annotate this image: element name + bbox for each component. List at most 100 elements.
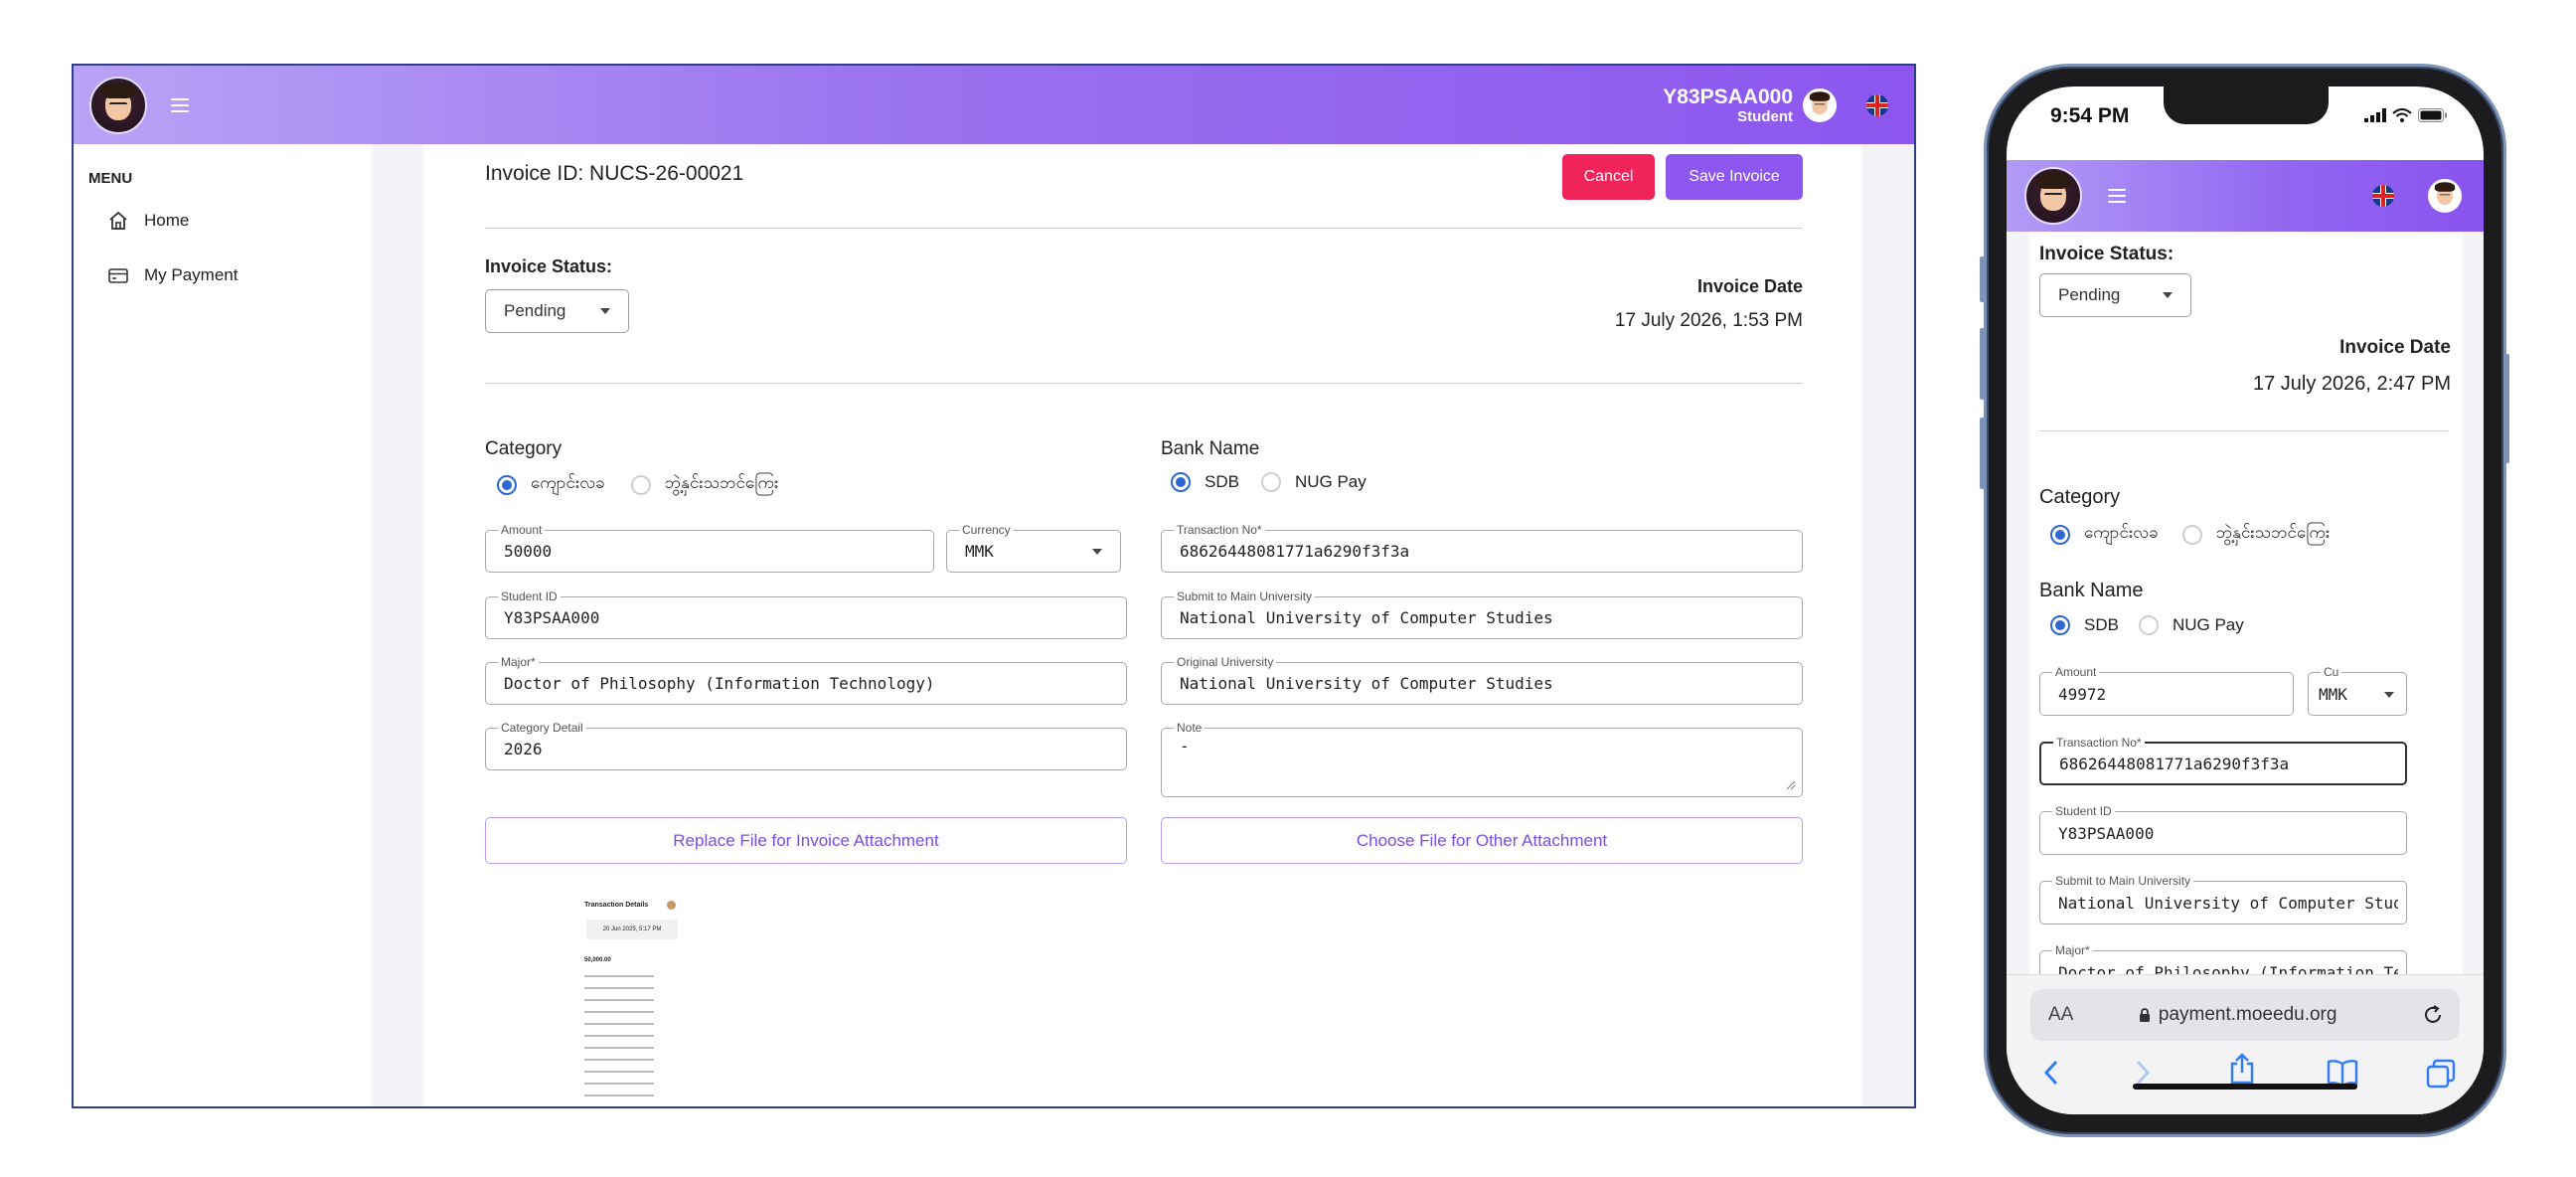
user-avatar[interactable] [1803,87,1837,122]
status-icons [2364,108,2448,122]
note-textarea[interactable]: Note - [1161,721,1803,797]
share-icon[interactable] [2229,1053,2255,1085]
resize-handle-icon[interactable] [1786,780,1796,790]
save-invoice-button[interactable]: Save Invoice [1666,154,1803,200]
amount-field[interactable]: Amount 49972 [2039,665,2294,716]
field-value: MMK [2319,684,2347,704]
category-option-label: ကျောင်းလခ [2084,523,2159,542]
invoice-status-select[interactable]: Pending [485,289,629,333]
invoice-date-value: 17 July 2026, 1:53 PM [1614,310,1803,331]
chevron-down-icon [2384,692,2394,698]
cancel-button[interactable]: Cancel [1562,154,1655,200]
tabs-icon[interactable] [2426,1059,2456,1089]
phone-notch [2164,86,2329,124]
category-radio-tuition[interactable] [2050,524,2070,545]
menu-toggle-icon[interactable] [171,97,189,112]
major-field[interactable]: Major* Doctor of Philosophy (Information … [2039,943,2407,975]
receipt-lines [584,975,654,1104]
text-size-button[interactable]: AA [2048,1004,2073,1026]
invoice-status-select[interactable]: Pending [2039,273,2191,317]
category-radio-tuition[interactable] [497,474,517,495]
replace-invoice-attachment-button[interactable]: Replace File for Invoice Attachment [485,817,1127,864]
menu-title: MENU [88,170,133,187]
uk-flag-icon[interactable] [1866,93,1888,116]
field-value: 68626448081771a6290f3f3a [1180,542,1410,561]
field-value: 68626448081771a6290f3f3a [2059,754,2290,773]
sidebar: MENU Home My Payment [74,144,372,1106]
field-value: Y83PSAA000 [2058,823,2155,843]
bank-name-title: Bank Name [2039,580,2144,601]
menu-toggle-icon[interactable] [2108,189,2126,203]
top-header: Y83PSAA000 Student [74,66,1914,144]
chevron-down-icon [1092,549,1102,555]
bank-radio-sdb[interactable] [1171,472,1191,492]
mobile-header [2007,160,2484,232]
forward-icon[interactable] [2134,1059,2152,1087]
url-text: payment.moeedu.org [2158,1004,2337,1025]
submit-university-field[interactable]: Submit to Main University National Univer… [1161,589,1803,639]
bank-radio-sdb[interactable] [2050,615,2070,635]
user-avatar[interactable] [2428,179,2462,213]
status-time: 9:54 PM [2050,104,2130,127]
invoice-card: Invoice ID: NUCS-26-00021 Cancel Save In… [423,144,1862,1106]
phone-frame: 9:54 PM Invoice Status: Pending Invoice … [1984,64,2506,1137]
safari-toolbar: AA payment.moeedu.org [2007,974,2484,1114]
home-icon [109,211,127,230]
reload-icon[interactable] [2422,1004,2444,1026]
field-value: National University of Computer Studies [1180,608,1553,627]
receipt-amount: 50,000.00 [584,957,611,963]
sidebar-item-home[interactable]: Home [108,211,189,231]
wifi-icon [2392,108,2412,122]
phone-screen: 9:54 PM Invoice Status: Pending Invoice … [2007,86,2484,1114]
divider [2039,430,2449,431]
divider [485,228,1803,229]
category-radio-graduation[interactable] [2181,524,2202,545]
category-detail-field[interactable]: Category Detail 2026 [485,721,1127,770]
category-radio-group: ကျောင်းလခ ဘွဲ့နှင်းသဘင်ကြေး [2050,522,2330,547]
invoice-date-label: Invoice Date [1696,276,1803,296]
mobile-content: Invoice Status: Pending Invoice Date 17 … [2007,232,2484,974]
bookmarks-icon[interactable] [2327,1059,2358,1087]
field-value: MMK [965,542,994,561]
chevron-down-icon [2163,292,2173,298]
user-id: Y83PSAA000 [1663,84,1793,108]
field-value: 49972 [2058,684,2107,704]
amount-field[interactable]: Amount 50000 [485,523,934,573]
major-field[interactable]: Major* Doctor of Philosophy (Information … [485,655,1127,705]
bank-radio-nug-pay[interactable] [1260,472,1281,492]
address-bar[interactable]: AA payment.moeedu.org [2030,989,2460,1041]
sidebar-item-label: Home [144,211,190,230]
bank-option-label: SDB [1205,472,1239,491]
receipt-thumbnail[interactable]: Transaction Details 20 Jun 2025, 5:17 PM… [577,896,687,1106]
field-value: National University of Computer Studies [2058,893,2398,913]
receipt-title: Transaction Details [584,902,649,909]
bank-option-label: NUG Pay [1294,472,1367,491]
sidebar-item-my-payment[interactable]: My Payment [108,265,238,285]
currency-select[interactable]: Cu MMK [2308,665,2407,716]
bank-radio-group: SDB NUG Pay [1171,472,1367,492]
submit-university-field[interactable]: Submit to Main University National Univer… [2039,874,2407,925]
category-option-label: ဘွဲ့နှင်းသဘင်ကြေး [2215,523,2331,542]
field-value: Y83PSAA000 [504,608,600,627]
currency-select[interactable]: Currency MMK [946,523,1121,573]
transaction-no-field[interactable]: Transaction No* 68626448081771a6290f3f3a [1161,523,1803,573]
user-info: Y83PSAA000 Student [1663,86,1793,124]
choose-other-attachment-button[interactable]: Choose File for Other Attachment [1161,817,1803,864]
invoice-status-label: Invoice Status: [485,256,613,276]
transaction-no-field[interactable]: Transaction No* 68626448081771a6290f3f3a [2039,736,2407,785]
app-logo-avatar [89,76,147,134]
divider [485,383,1803,384]
bank-option-label: NUG Pay [2172,615,2244,634]
sidebar-item-label: My Payment [144,265,239,284]
student-id-field[interactable]: Student ID Y83PSAA000 [2039,804,2407,855]
bank-radio-nug-pay[interactable] [2138,615,2159,635]
uk-flag-icon[interactable] [2372,185,2394,207]
field-value: Doctor of Philosophy (Information Techno… [2058,962,2398,975]
back-icon[interactable] [2042,1059,2060,1087]
category-option-label: ဘွဲ့နှင်းသဘင်ကြေး [664,473,779,492]
category-radio-graduation[interactable] [630,474,651,495]
student-id-field[interactable]: Student ID Y83PSAA000 [485,589,1127,639]
bank-option-label: SDB [2084,615,2119,634]
category-radio-group: ကျောင်းလခ ဘွဲ့နှင်းသဘင်ကြေး [497,472,778,497]
original-university-field[interactable]: Original University National University o… [1161,655,1803,705]
